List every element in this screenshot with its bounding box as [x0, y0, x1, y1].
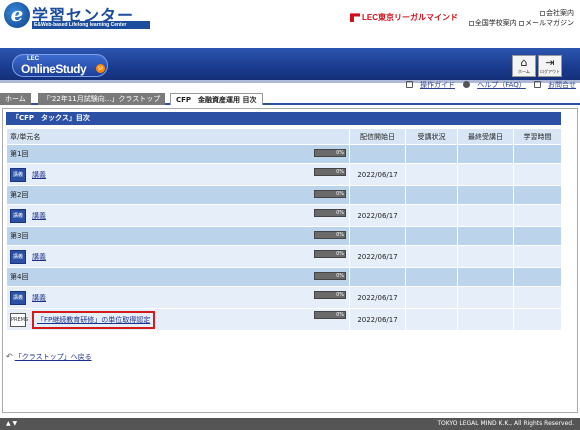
- school-guide-link[interactable]: 全国学校案内: [475, 19, 517, 27]
- col-unit-name: 章/単元名: [6, 128, 350, 145]
- lecture-badge-icon: 講義: [10, 249, 26, 264]
- site-header: e 学習センター E&Web-based Lifelong learning C…: [0, 0, 580, 38]
- app-banner: LEC OnlineStudy SP ⌂ ホーム ⇥ ログアウト: [0, 48, 580, 83]
- link-square-icon: [540, 10, 545, 16]
- progress-bar: 0%: [314, 272, 346, 280]
- progress-bar: 0%: [314, 190, 346, 198]
- chapter-row: 第2回 0%: [6, 185, 562, 205]
- breadcrumb-home[interactable]: ホーム: [0, 93, 31, 105]
- logo-product-text: OnlineStudy: [21, 62, 87, 76]
- scroll-arrows-icon[interactable]: ▲ ▼: [6, 418, 17, 430]
- progress-bar: 0%: [314, 231, 346, 239]
- progress-bar: 0%: [314, 149, 346, 157]
- lec-brand[interactable]: LEC東京リーガルマインド: [350, 12, 458, 23]
- link-square-icon: [519, 20, 524, 26]
- copyright: TOKYO LEGAL MIND K.K., All Rights Reserv…: [437, 420, 574, 427]
- table-header-row: 章/単元名 配信開始日 受講状況 最終受講日 学習時間: [6, 128, 562, 145]
- chapter-label: 第2回: [10, 191, 29, 199]
- lecture-badge-icon: 講義: [10, 167, 26, 182]
- chapter-row: 第3回 0%: [6, 226, 562, 246]
- chapter-cell: 第2回 0%: [6, 185, 350, 205]
- start-date: 2022/06/17: [349, 245, 406, 268]
- operation-guide-link[interactable]: 操作ガイド: [420, 81, 455, 89]
- units-table: 章/単元名 配信開始日 受講状況 最終受講日 学習時間 第1回 0% 講義 講義 0%…: [6, 128, 562, 331]
- chapter-cell: 第3回 0%: [6, 226, 350, 246]
- top-links: 会社案内 全国学校案内 メールマガジン: [468, 8, 574, 28]
- lecture-badge-icon: 講義: [10, 290, 26, 305]
- table-row: 講義 講義 0% 2022/06/17: [6, 286, 562, 309]
- table-row: 講義 講義 0% 2022/06/17: [6, 204, 562, 227]
- unit-link[interactable]: 講義: [32, 253, 46, 261]
- help-icon: [463, 81, 471, 88]
- lecture-badge-icon: 講義: [10, 208, 26, 223]
- col-start-date: 配信開始日: [349, 128, 406, 145]
- home-button[interactable]: ⌂ ホーム: [512, 55, 536, 77]
- home-icon: ⌂: [520, 56, 528, 69]
- online-study-logo: LEC OnlineStudy SP: [12, 54, 108, 77]
- unit-cell: 講義 講義 0%: [6, 286, 350, 309]
- back-to-class-top[interactable]: ↶ 「クラストップ」へ戻る: [6, 352, 92, 362]
- guide-icon: [405, 81, 413, 88]
- logout-button[interactable]: ⇥ ログアウト: [538, 55, 562, 77]
- chapter-cell: 第1回 0%: [6, 144, 350, 164]
- contact-icon: [534, 81, 541, 88]
- start-date: 2022/06/17: [349, 204, 406, 227]
- breadcrumb-class-top[interactable]: 「'22年11月試験向...」クラストップ: [38, 93, 166, 105]
- start-date: 2022/06/17: [349, 286, 406, 309]
- table-row: 講義 講義 0% 2022/06/17: [6, 245, 562, 268]
- site-logo-icon: e: [4, 2, 30, 28]
- lec-mark-icon: [350, 13, 360, 23]
- guide-links: 操作ガイド ヘルプ（FAQ） お問合せ: [400, 80, 576, 90]
- logout-button-label: ログアウト: [540, 69, 560, 74]
- lec-brand-label: LEC東京リーガルマインド: [362, 13, 458, 22]
- col-status: 受講状況: [405, 128, 458, 145]
- company-info-link[interactable]: 会社案内: [546, 9, 574, 17]
- home-button-label: ホーム: [518, 69, 530, 74]
- col-study-time: 学習時間: [513, 128, 562, 145]
- logout-icon: ⇥: [545, 56, 555, 69]
- help-faq-link[interactable]: ヘルプ（FAQ）: [477, 81, 526, 89]
- chapter-label: 第3回: [10, 232, 29, 240]
- col-last-date: 最終受講日: [457, 128, 514, 145]
- start-date: 2022/06/17: [349, 163, 406, 186]
- table-row: PREMS 「FP継続教育研修」の単位取得認定 0% 2022/06/17: [6, 308, 562, 331]
- breadcrumb-current: CFP 金融資産運用 目次: [170, 93, 263, 105]
- unit-link[interactable]: 講義: [32, 294, 46, 302]
- contact-link[interactable]: お問合せ: [548, 81, 576, 89]
- highlight-box: 「FP継続教育研修」の単位取得認定: [32, 310, 156, 329]
- unit-cell: 講義 講義 0%: [6, 245, 350, 268]
- logo-sp-badge: SP: [96, 64, 105, 73]
- start-date: 2022/06/17: [349, 308, 406, 331]
- progress-bar: 0%: [314, 310, 346, 319]
- footer: ▲ ▼ TOKYO LEGAL MIND K.K., All Rights Re…: [0, 418, 580, 430]
- link-square-icon: [468, 20, 474, 26]
- progress-bar: 0%: [314, 249, 346, 258]
- progress-bar: 0%: [314, 208, 346, 217]
- chapter-row: 第1回 0%: [6, 144, 562, 164]
- unit-cell: PREMS 「FP継続教育研修」の単位取得認定 0%: [6, 308, 350, 331]
- chapter-label: 第1回: [10, 150, 29, 158]
- chapter-cell: 第4回 0%: [6, 267, 350, 287]
- table-row: 講義 講義 0% 2022/06/17: [6, 163, 562, 186]
- unit-link[interactable]: 講義: [32, 171, 46, 179]
- prems-test-icon: PREMS: [10, 312, 28, 327]
- back-arrow-icon: ↶: [6, 352, 13, 361]
- unit-cell: 講義 講義 0%: [6, 204, 350, 227]
- chapter-label: 第4回: [10, 273, 29, 281]
- mail-magazine-link[interactable]: メールマガジン: [525, 19, 574, 27]
- breadcrumb: ホーム 「'22年11月試験向...」クラストップ CFP 金融資産運用 目次: [0, 93, 580, 105]
- progress-bar: 0%: [314, 167, 346, 176]
- site-subtitle: E&Web-based Lifelong learning Center: [32, 21, 150, 29]
- chapter-row: 第4回 0%: [6, 267, 562, 287]
- section-title: 「CFP タックス」目次: [6, 112, 561, 125]
- unit-cell: 講義 講義 0%: [6, 163, 350, 186]
- fp-credit-link[interactable]: 「FP継続教育研修」の単位取得認定: [37, 316, 150, 324]
- back-link[interactable]: 「クラストップ」へ戻る: [15, 353, 92, 361]
- unit-link[interactable]: 講義: [32, 212, 46, 220]
- progress-bar: 0%: [314, 290, 346, 299]
